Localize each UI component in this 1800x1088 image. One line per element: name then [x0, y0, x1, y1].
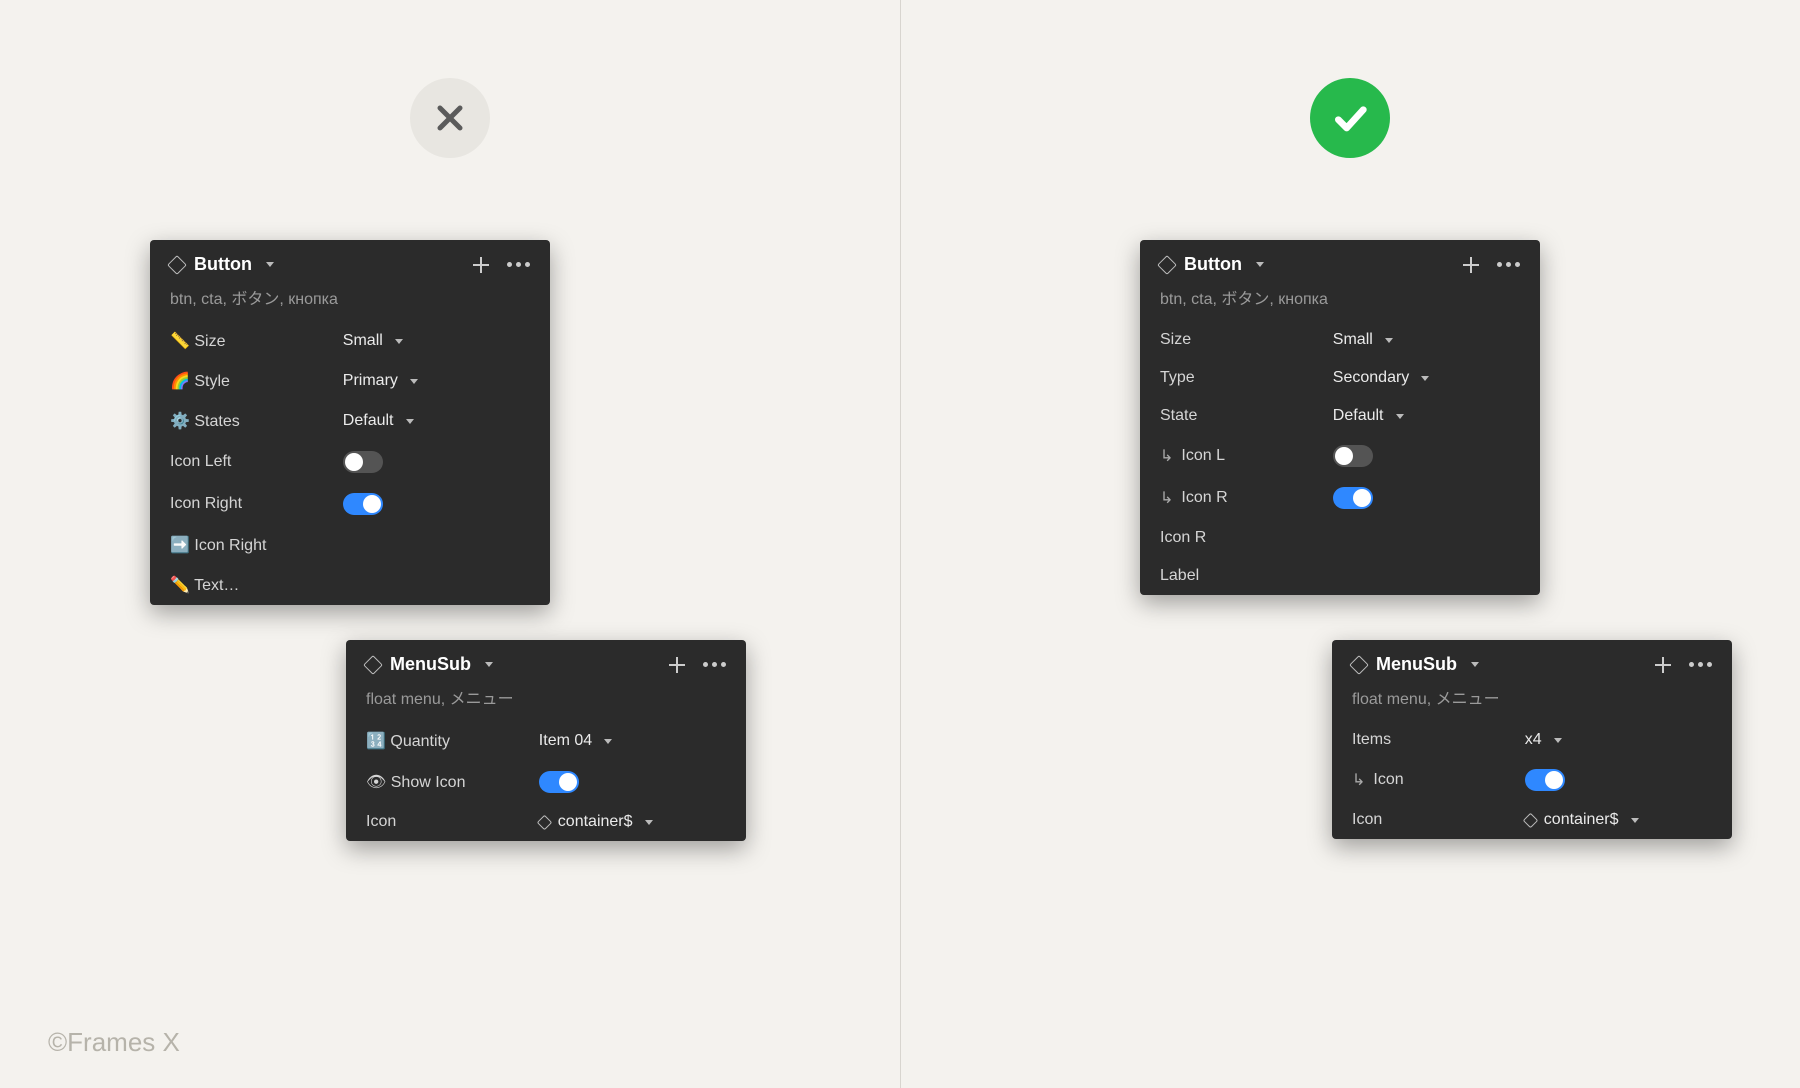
chevron-down-icon — [406, 419, 414, 424]
prop-state-select[interactable]: Default — [1333, 407, 1520, 425]
more-icon[interactable] — [507, 262, 530, 267]
example-wrong: Button btn, cta, ボタン, кнопка 📏 Size Smal… — [0, 0, 900, 1088]
example-correct: Button btn, cta, ボタン, кнопка Size Small … — [900, 0, 1800, 1088]
panel-title: MenuSub — [1376, 654, 1457, 675]
component-icon — [363, 655, 383, 675]
prop-size-label: 📏 Size — [170, 331, 343, 351]
correct-badge — [1310, 78, 1390, 158]
prop-items-select[interactable]: x4 — [1525, 731, 1712, 749]
indent-arrow-icon: ↳ — [1160, 488, 1173, 508]
prop-icon-r-label: ↳Icon R — [1160, 488, 1333, 508]
prop-text-label: ✏️ Text… — [170, 575, 343, 595]
x-icon — [430, 98, 470, 138]
component-icon — [167, 255, 187, 275]
prop-type-label: Type — [1160, 369, 1333, 387]
prop-style-select[interactable]: Primary — [343, 372, 530, 390]
prop-show-icon-label: 👁 Show Icon — [366, 772, 539, 792]
prop-icon-select[interactable]: container$ — [1525, 811, 1712, 829]
more-icon[interactable] — [1689, 662, 1712, 667]
prop-quantity-select[interactable]: Item 04 — [539, 732, 726, 750]
menusub-properties-panel-wrong: MenuSub float menu, メニュー 🔢 Quantity Item… — [346, 640, 746, 841]
wrong-badge — [410, 78, 490, 158]
prop-icon-right2-label: ➡️ Icon Right — [170, 535, 343, 555]
prop-state-label: State — [1160, 407, 1333, 425]
prop-icon-l-toggle[interactable] — [1333, 445, 1373, 467]
prop-size-select[interactable]: Small — [1333, 331, 1520, 349]
sparkle-icon[interactable] — [1655, 657, 1671, 673]
check-icon — [1330, 98, 1370, 138]
prop-icon-left-label: Icon Left — [170, 453, 343, 471]
sparkle-icon[interactable] — [473, 257, 489, 273]
prop-icon-r-toggle[interactable] — [1333, 487, 1373, 509]
panel-title: MenuSub — [390, 654, 471, 675]
prop-icon-right-toggle[interactable] — [343, 493, 383, 515]
sparkle-icon[interactable] — [669, 657, 685, 673]
more-icon[interactable] — [1497, 262, 1520, 267]
sparkle-icon[interactable] — [1463, 257, 1479, 273]
prop-icon-label: Icon — [366, 813, 539, 831]
button-properties-panel-wrong: Button btn, cta, ボタン, кнопка 📏 Size Smal… — [150, 240, 550, 605]
panel-title: Button — [194, 254, 252, 275]
chevron-down-icon — [604, 739, 612, 744]
prop-show-icon-toggle[interactable] — [539, 771, 579, 793]
panel-title: Button — [1184, 254, 1242, 275]
chevron-down-icon[interactable] — [1471, 662, 1479, 667]
prop-icon-select[interactable]: container$ — [539, 813, 726, 831]
chevron-down-icon[interactable] — [485, 662, 493, 667]
prop-states-label: ⚙️ States — [170, 411, 343, 431]
prop-items-label: Items — [1352, 731, 1525, 749]
prop-size-label: Size — [1160, 331, 1333, 349]
prop-quantity-label: 🔢 Quantity — [366, 731, 539, 751]
chevron-down-icon — [645, 820, 653, 825]
prop-icon-r2-label: Icon R — [1160, 529, 1333, 547]
prop-icon-toggle[interactable] — [1525, 769, 1565, 791]
panel-tags: float menu, メニュー — [1332, 685, 1732, 721]
prop-icon-l-label: ↳Icon L — [1160, 446, 1333, 466]
prop-type-select[interactable]: Secondary — [1333, 369, 1520, 387]
panel-tags: btn, cta, ボタン, кнопка — [150, 285, 550, 321]
chevron-down-icon[interactable] — [266, 262, 274, 267]
button-properties-panel-correct: Button btn, cta, ボタン, кнопка Size Small … — [1140, 240, 1540, 595]
prop-icon-toggle-label: ↳Icon — [1352, 770, 1525, 790]
component-icon — [1349, 655, 1369, 675]
prop-label-label: Label — [1160, 567, 1333, 585]
indent-arrow-icon: ↳ — [1160, 446, 1173, 466]
prop-icon-left-toggle[interactable] — [343, 451, 383, 473]
chevron-down-icon — [1631, 818, 1639, 823]
component-icon — [1157, 255, 1177, 275]
chevron-down-icon — [1385, 338, 1393, 343]
more-icon[interactable] — [703, 662, 726, 667]
prop-size-select[interactable]: Small — [343, 332, 530, 350]
component-icon — [537, 814, 553, 830]
indent-arrow-icon: ↳ — [1352, 770, 1365, 790]
menusub-properties-panel-correct: MenuSub float menu, メニュー Items x4 ↳Icon … — [1332, 640, 1732, 839]
branding-watermark: ©Frames X — [48, 1027, 180, 1058]
chevron-down-icon — [1554, 738, 1562, 743]
chevron-down-icon[interactable] — [1256, 262, 1264, 267]
panel-tags: float menu, メニュー — [346, 685, 746, 721]
component-icon — [1523, 812, 1539, 828]
chevron-down-icon — [395, 339, 403, 344]
chevron-down-icon — [410, 379, 418, 384]
prop-style-label: 🌈 Style — [170, 371, 343, 391]
panel-tags: btn, cta, ボタン, кнопка — [1140, 285, 1540, 321]
prop-states-select[interactable]: Default — [343, 412, 530, 430]
prop-icon-right-label: Icon Right — [170, 495, 343, 513]
chevron-down-icon — [1421, 376, 1429, 381]
prop-icon-label: Icon — [1352, 811, 1525, 829]
chevron-down-icon — [1396, 414, 1404, 419]
